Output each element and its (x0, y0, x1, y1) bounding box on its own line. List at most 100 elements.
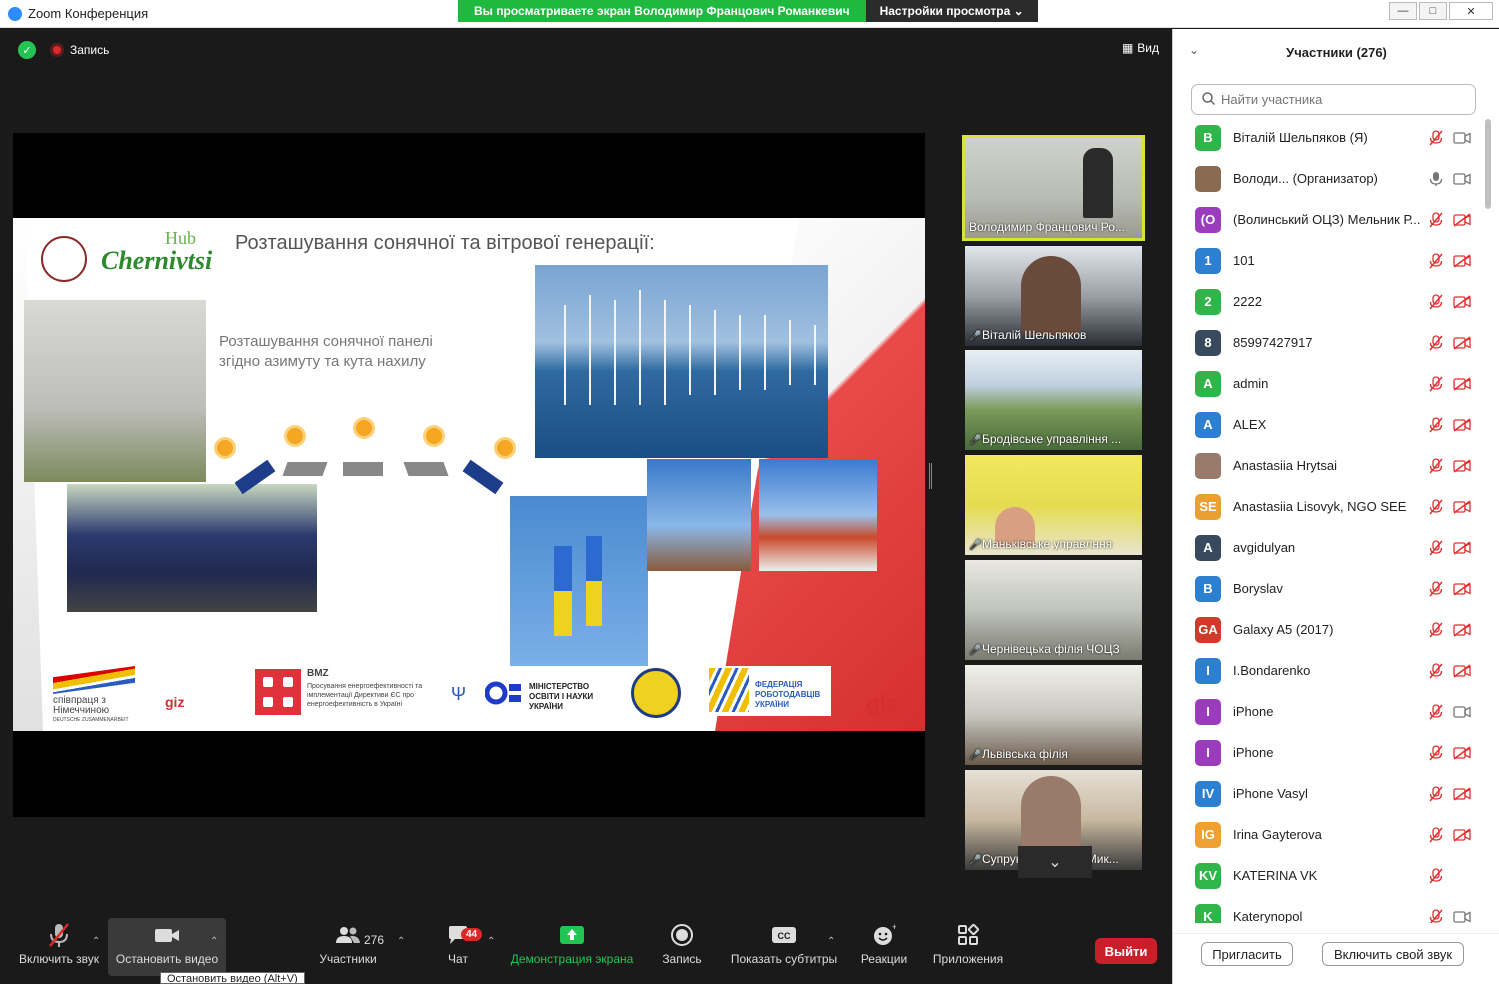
video-off-icon (1453, 294, 1471, 309)
unmute-label: Включить звук (18, 952, 100, 966)
participants-button[interactable]: Участники (314, 918, 382, 976)
captions-button[interactable]: CC Показать субтитры (728, 918, 840, 976)
video-thumbnail[interactable]: 🎤Маньківське управлння (965, 455, 1142, 555)
avatar: IG (1195, 821, 1221, 848)
apps-icon (957, 922, 979, 948)
view-settings-button[interactable]: Настройки просмотра ⌄ (865, 0, 1038, 22)
thumbnail-name: 🎤Маньківське управлння (969, 537, 1138, 551)
reactions-label: Реакции (860, 952, 908, 966)
trident-icon: Ψ (451, 684, 467, 704)
unmute-me-button[interactable]: Включить свой звук (1322, 942, 1464, 966)
stop-video-button[interactable]: Остановить видео (108, 918, 226, 976)
solar-panel-icon (282, 462, 328, 476)
blade-left (554, 546, 572, 636)
view-button[interactable]: ▦ Вид (1122, 41, 1159, 55)
captions-options-caret[interactable]: ⌃ (827, 936, 835, 947)
thumbnail-name: 🎤Віталій Шельпяков (969, 328, 1138, 342)
video-thumbnail[interactable]: 🎤Львівська філія (965, 665, 1142, 765)
mic-off-icon (1429, 211, 1443, 228)
participants-list: В Віталій Шельпяков (Я) Володи... (Организ… (1173, 117, 1485, 923)
window-controls: — □ ✕ (1389, 2, 1493, 20)
shield-icon[interactable]: ✓ (18, 41, 36, 59)
mic-off-icon (1429, 539, 1443, 556)
participant-row[interactable]: KV KATERINA VK (1173, 855, 1485, 896)
participant-row[interactable]: GA Galaxy A5 (2017) (1173, 609, 1485, 650)
video-off-icon (1453, 786, 1471, 801)
maximize-button[interactable]: □ (1419, 2, 1447, 20)
participant-row[interactable]: K Katerynopol (1173, 896, 1485, 923)
participant-name: Anastasiia Lisovyk, NGO SEE (1233, 499, 1407, 514)
thumbnails-scroll-down-button[interactable]: ⌄ (1018, 846, 1092, 878)
participant-row[interactable]: IG Irina Gayterova (1173, 814, 1485, 855)
mic-off-icon (1429, 867, 1443, 884)
search-input[interactable] (1221, 92, 1461, 107)
participant-row[interactable]: I I.Bondarenko (1173, 650, 1485, 691)
video-thumbnail[interactable]: 🎤Бродівське управління ... (965, 350, 1142, 450)
mic-off-icon: 🎤 (969, 331, 982, 342)
participant-row[interactable]: Anastasiia Hrytsai (1173, 445, 1485, 486)
share-screen-button[interactable]: Демонстрация экрана (508, 918, 636, 976)
close-button[interactable]: ✕ (1449, 2, 1493, 20)
participant-row[interactable]: 8 85997427917 (1173, 322, 1485, 363)
bmz-dot (283, 697, 293, 707)
participant-row[interactable]: Володи... (Организатор) (1173, 158, 1485, 199)
participant-row[interactable]: IiPhone (1173, 732, 1485, 773)
participant-row[interactable]: B Boryslav (1173, 568, 1485, 609)
record-button[interactable]: Запись (658, 918, 706, 976)
avatar: IV (1195, 780, 1221, 807)
participant-row[interactable]: 1 101 (1173, 240, 1485, 281)
avatar (1195, 165, 1221, 192)
solar-panel-icon (343, 462, 383, 476)
video-options-caret[interactable]: ⌃ (210, 936, 218, 947)
deutsche-text: DEUTSCHE ZUSAMMENARBEIT (53, 717, 129, 723)
shared-screen[interactable]: Hub Chernivtsi Розташування сонячної та … (13, 133, 925, 817)
minimize-button[interactable]: — (1389, 2, 1417, 20)
chat-button[interactable]: Чат (440, 918, 476, 976)
mic-off-icon (1429, 129, 1443, 146)
participant-name: ALEX (1233, 417, 1267, 432)
unmute-button[interactable]: Включить звук (14, 918, 104, 976)
zoom-app-icon (8, 6, 22, 21)
tooltip: Остановить видео (Alt+V) (160, 972, 305, 984)
avatar: K (1195, 903, 1221, 923)
participant-row[interactable]: В Віталій Шельпяков (Я) (1173, 117, 1485, 158)
reactions-button[interactable]: + Реакции (858, 918, 910, 976)
participant-name: Anastasiia Hrytsai (1233, 458, 1338, 473)
participant-row[interactable]: (О (Волинський ОЦЗ) Мельник Р... (1173, 199, 1485, 240)
participant-name: I.Bondarenko (1233, 663, 1311, 678)
participant-row[interactable]: Aavgidulyan (1173, 527, 1485, 568)
invite-button[interactable]: Пригласить (1201, 942, 1293, 966)
bmz-label: BMZ (307, 668, 329, 679)
participant-search[interactable] (1191, 84, 1476, 115)
apps-button[interactable]: Приложения (930, 918, 1006, 976)
participant-row[interactable]: Aadmin (1173, 363, 1485, 404)
video-thumbnail[interactable]: 🎤Чернівецька філія ЧОЦЗ (965, 560, 1142, 660)
participants-count: 276 (364, 933, 385, 947)
participant-row[interactable]: SE Anastasiia Lisovyk, NGO SEE (1173, 486, 1485, 527)
thumbnail-name-text: Віталій Шельпяков (982, 328, 1087, 342)
avatar: I (1195, 698, 1221, 725)
video-thumbnail[interactable]: Володимир Францович Ро... (962, 135, 1145, 241)
audio-options-caret[interactable]: ⌃ (92, 936, 100, 947)
participants-panel: ⌄ Участники (276) ВВіталій Шельпяков (Я)… (1172, 29, 1499, 984)
video-camera-icon (1453, 910, 1471, 924)
recording-indicator[interactable]: Запись (50, 43, 109, 57)
leave-button[interactable]: Выйти (1095, 938, 1157, 964)
avatar: 8 (1195, 329, 1221, 356)
video-thumbnail[interactable]: 🎤Віталій Шельпяков (965, 246, 1142, 346)
video-off-icon (1453, 253, 1471, 268)
participants-panel-title: Участники (276) (1286, 44, 1387, 60)
avatar: B (1195, 575, 1221, 602)
mic-off-icon (1429, 498, 1443, 515)
video-camera-icon (154, 922, 180, 948)
participant-row[interactable]: IiPhone (1173, 691, 1485, 732)
participant-row[interactable]: IV iPhone Vasyl (1173, 773, 1485, 814)
chat-options-caret[interactable]: ⌃ (487, 936, 495, 947)
participants-options-caret[interactable]: ⌃ (397, 936, 405, 947)
resize-handle[interactable] (929, 463, 932, 489)
participants-scrollbar[interactable] (1485, 119, 1491, 209)
participant-row[interactable]: A ALEX (1173, 404, 1485, 445)
view-settings-label: Настройки просмотра (879, 4, 1011, 18)
cooperation-text: співпраця з Німеччиною (53, 695, 110, 716)
participant-row[interactable]: 2 2222 (1173, 281, 1485, 322)
